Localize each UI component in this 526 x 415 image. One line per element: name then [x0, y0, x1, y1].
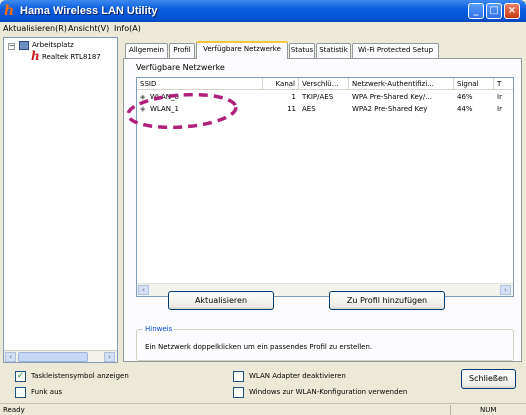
- column-authentifizierung[interactable]: Netzwerk-Authentifizi...: [349, 78, 454, 90]
- column-ssid[interactable]: SSID: [137, 78, 263, 90]
- network-type: Ir: [497, 105, 502, 113]
- status-text: Ready: [3, 406, 25, 414]
- scroll-right-icon[interactable]: ›: [500, 285, 511, 295]
- maximize-button[interactable]: □: [486, 3, 502, 19]
- scroll-left-icon[interactable]: ‹: [5, 352, 16, 362]
- windows-wlan-config-checkbox[interactable]: [233, 387, 244, 398]
- column-type[interactable]: T: [494, 78, 513, 90]
- network-channel: 11: [287, 105, 296, 113]
- network-encryption: AES: [302, 105, 316, 113]
- windows-wlan-config-label: Windows zur WLAN-Konfiguration verwenden: [249, 388, 408, 396]
- adapter-icon: h: [31, 49, 40, 63]
- disable-adapter-checkbox[interactable]: [233, 371, 244, 382]
- num-lock-indicator: NUM: [480, 406, 497, 414]
- radio-off-checkbox[interactable]: [15, 387, 26, 398]
- scroll-left-icon[interactable]: ‹: [138, 285, 149, 295]
- network-signal: 46%: [457, 93, 473, 101]
- scroll-right-icon[interactable]: ›: [104, 352, 115, 362]
- network-signal: 44%: [457, 105, 473, 113]
- taskbar-icon-checkbox[interactable]: ✓: [15, 371, 26, 382]
- column-signal[interactable]: Signal: [454, 78, 494, 90]
- hint-groupbox: Hinweis Ein Netzwerk doppelklicken um ei…: [136, 324, 514, 361]
- tree-horizontal-scrollbar[interactable]: ‹ ›: [4, 350, 117, 362]
- device-tree[interactable]: − Arbeitsplatz h Realtek RTL8187 ‹ ›: [3, 37, 118, 363]
- column-kanal[interactable]: Kanal: [263, 78, 299, 90]
- tree-item-adapter[interactable]: Realtek RTL8187: [42, 52, 101, 62]
- status-divider: [450, 405, 451, 415]
- network-channel: 1: [291, 93, 296, 101]
- computer-icon: [19, 41, 29, 50]
- tab-wifi-protected-setup[interactable]: Wi-Fi Protected Setup: [352, 43, 439, 58]
- menu-info[interactable]: Info(A): [114, 23, 141, 34]
- title-bar: h Hama Wireless LAN Utility _ □ ×: [0, 0, 526, 22]
- refresh-button[interactable]: Aktualisieren: [168, 291, 274, 310]
- network-encryption: TKIP/AES: [302, 93, 334, 101]
- tab-statistik[interactable]: Statistik: [316, 43, 351, 58]
- network-auth: WPA2 Pre-Shared Key: [352, 105, 428, 113]
- network-list-header: SSID Kanal Verschlü... Netzwerk-Authenti…: [137, 78, 513, 90]
- highlight-annotation: [126, 92, 238, 130]
- close-button[interactable]: Schließen: [461, 369, 516, 389]
- section-label: Verfügbare Netzwerke: [136, 63, 225, 72]
- menu-ansicht[interactable]: Ansicht(V): [68, 23, 109, 34]
- network-auth: WPA Pre-Shared Key/...: [352, 93, 432, 101]
- tab-status[interactable]: Status: [289, 43, 315, 58]
- tab-verfuegbare-netzwerke[interactable]: Verfügbare Netzwerke: [196, 41, 288, 59]
- window-title: Hama Wireless LAN Utility: [20, 5, 158, 17]
- menu-bar: Aktualisieren(R) Ansicht(V) Info(A): [0, 22, 526, 35]
- tree-collapse-icon[interactable]: −: [8, 43, 15, 50]
- network-type: Ir: [497, 93, 502, 101]
- minimize-button[interactable]: _: [468, 3, 484, 19]
- taskbar-icon-label: Taskleistensymbol anzeigen: [31, 372, 129, 380]
- tab-allgemein[interactable]: Allgemein: [125, 43, 168, 58]
- disable-adapter-label: WLAN Adapter deaktivieren: [249, 372, 346, 380]
- hama-logo-icon: h: [4, 3, 15, 19]
- scroll-thumb[interactable]: [18, 352, 88, 362]
- column-verschluesselung[interactable]: Verschlü...: [299, 78, 349, 90]
- hint-title: Hinweis: [143, 324, 175, 334]
- radio-off-label: Funk aus: [31, 388, 63, 396]
- status-bar: Ready NUM: [0, 403, 526, 415]
- hint-text: Ein Netzwerk doppelklicken um ein passen…: [145, 343, 373, 351]
- tab-profil[interactable]: Profil: [169, 43, 195, 58]
- menu-aktualisieren[interactable]: Aktualisieren(R): [3, 23, 67, 34]
- add-to-profile-button[interactable]: Zu Profil hinzufügen: [329, 291, 445, 310]
- close-window-button[interactable]: ×: [504, 3, 520, 19]
